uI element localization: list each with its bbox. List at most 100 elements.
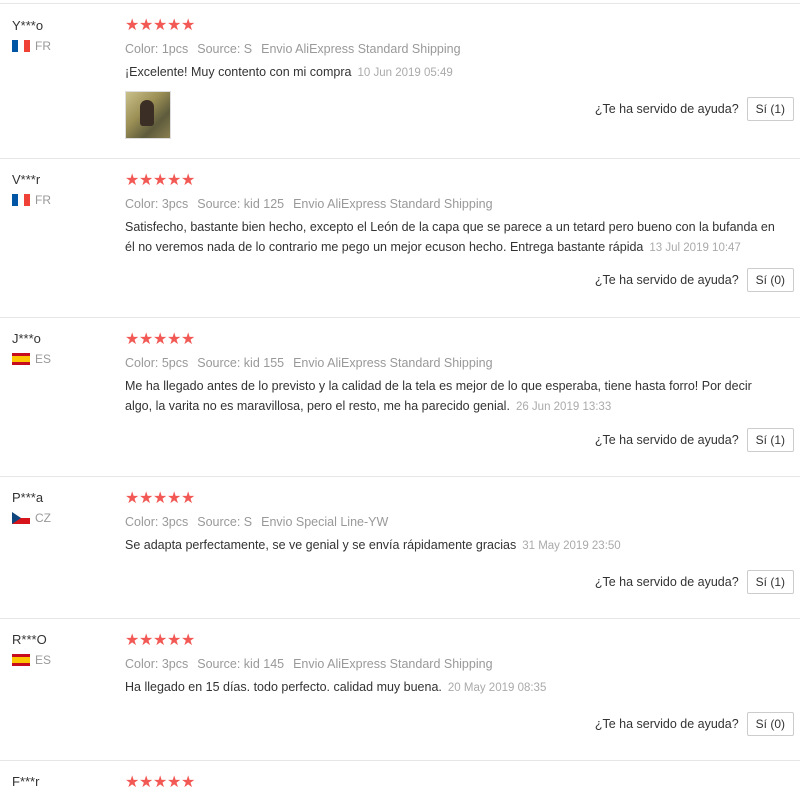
order-source: Source: S [197,42,253,56]
review-date: 31 May 2019 23:50 [522,540,621,552]
user-name: J***o [12,331,41,346]
order-meta: Color: 5pcs Source: kid 155 Envio AliExpre… [125,356,786,370]
order-meta: Color: 1pcs Source: S Envio AliExpress Sta… [125,42,786,56]
review-body: Me ha llegado antes de lo previsto y la … [125,379,752,413]
helpful-section: ¿Te ha servido de ayuda? Sí (0) [595,268,794,292]
order-source: Source: S [197,515,253,529]
review-body: Se adapta perfectamente, se ve genial y … [125,538,517,552]
review-date: 26 Jun 2019 13:33 [515,401,612,413]
star-icon: ★ [167,774,182,791]
helpful-yes-button[interactable]: Sí (1) [746,428,794,452]
order-shipping: Envio AliExpress Standard Shipping [293,197,493,211]
star-icon: ★ [125,632,140,649]
star-icon: ★ [181,490,196,507]
star-icon: ★ [153,490,168,507]
star-icon: ★ [153,17,168,34]
order-source: Source: kid 125 [197,197,285,211]
czech-flag-icon [12,512,30,524]
review-item: F***r ★ ★ ★ ★ ★ [0,760,800,800]
star-icon: ★ [125,172,140,189]
country: ES [12,653,51,667]
order-meta: Color: 3pcs Source: kid 145 Envio AliExpre… [125,657,786,671]
review-text: ¡Excelente! Muy contento con mi compra 10… [125,62,775,83]
star-icon: ★ [125,774,140,791]
order-source: Source: kid 155 [197,356,285,370]
country-code: ES [35,352,52,366]
star-icon: ★ [125,17,140,34]
helpful-question: ¿Te ha servido de ayuda? [594,433,739,447]
spain-flag-icon [12,654,30,666]
review-text: Se adapta perfectamente, se ve genial y … [125,535,775,556]
star-icon: ★ [139,172,154,189]
star-icon: ★ [139,17,154,34]
review-text: Me ha llegado antes de lo previsto y la … [125,376,775,417]
star-icon: ★ [181,632,196,649]
star-rating: ★ ★ ★ ★ ★ [125,332,786,348]
user-name: F***r [12,774,40,789]
star-icon: ★ [139,774,154,791]
user-name: Y***o [12,18,44,33]
spain-flag-icon [12,353,30,365]
country: CZ [12,511,51,525]
country: FR [12,193,51,207]
order-shipping: Envio AliExpress Standard Shipping [293,356,493,370]
star-icon: ★ [153,331,168,348]
star-icon: ★ [139,632,154,649]
order-shipping: Envio AliExpress Standard Shipping [293,657,493,671]
review-user: V***r FR [12,171,51,207]
star-icon: ★ [167,172,182,189]
star-icon: ★ [181,17,196,34]
user-name: R***O [12,632,47,647]
country: ES [12,352,51,366]
order-color: Color: 5pcs [125,356,189,370]
star-icon: ★ [125,331,140,348]
star-icon: ★ [181,172,196,189]
helpful-question: ¿Te ha servido de ayuda? [594,102,739,116]
star-icon: ★ [167,632,182,649]
france-flag-icon [12,194,30,206]
order-color: Color: 3pcs [125,197,189,211]
review-text: Ha llegado en 15 días. todo perfecto. ca… [125,677,775,698]
review-item: V***r FR ★ ★ ★ ★ ★ Color: 3pcs Source: kid 12… [0,158,800,318]
star-icon: ★ [125,490,140,507]
helpful-yes-button[interactable]: Sí (1) [746,97,794,121]
helpful-section: ¿Te ha servido de ayuda? Sí (1) [595,428,794,452]
country: FR [12,39,51,53]
star-icon: ★ [181,774,196,791]
review-user: R***O ES [12,631,51,667]
order-shipping: Envio AliExpress Standard Shipping [261,42,461,56]
star-rating: ★ ★ ★ ★ ★ [125,491,786,507]
helpful-question: ¿Te ha servido de ayuda? [594,575,739,589]
helpful-question: ¿Te ha servido de ayuda? [594,273,739,287]
country-code: ES [35,653,52,667]
order-color: Color: 3pcs [125,515,189,529]
country-code: FR [35,39,51,53]
review-item: J***o ES ★ ★ ★ ★ ★ Color: 5pcs Source: kid 15… [0,317,800,477]
helpful-section: ¿Te ha servido de ayuda? Sí (1) [595,97,794,121]
review-body: Ha llegado en 15 días. todo perfecto. ca… [125,680,442,694]
review-user: P***a CZ [12,489,51,525]
france-flag-icon [12,40,30,52]
review-text: Satisfecho, bastante bien hecho, excepto… [125,217,775,258]
review-date: 20 May 2019 08:35 [447,682,547,694]
user-name: V***r [12,172,41,187]
review-item: R***O ES ★ ★ ★ ★ ★ Color: 3pcs Source: kid 14… [0,618,800,761]
star-icon: ★ [181,331,196,348]
helpful-yes-button[interactable]: Sí (0) [746,268,794,292]
review-photo-thumbnail[interactable] [125,91,171,139]
helpful-question: ¿Te ha servido de ayuda? [594,717,739,731]
review-user: Y***o FR [12,17,51,53]
star-icon: ★ [139,490,154,507]
helpful-yes-button[interactable]: Sí (0) [746,712,794,736]
star-icon: ★ [167,331,182,348]
helpful-yes-button[interactable]: Sí (1) [746,570,794,594]
photo-figure [140,100,154,126]
order-shipping: Envio Special Line-YW [261,515,389,529]
review-date: 13 Jul 2019 10:47 [649,242,741,254]
helpful-section: ¿Te ha servido de ayuda? Sí (0) [595,712,794,736]
star-icon: ★ [153,774,168,791]
star-rating: ★ ★ ★ ★ ★ [125,18,786,34]
review-date: 10 Jun 2019 05:49 [357,67,453,79]
star-icon: ★ [153,632,168,649]
review-item: Y***o FR ★ ★ ★ ★ ★ Color: 1pcs Source: S Envio… [0,4,800,159]
